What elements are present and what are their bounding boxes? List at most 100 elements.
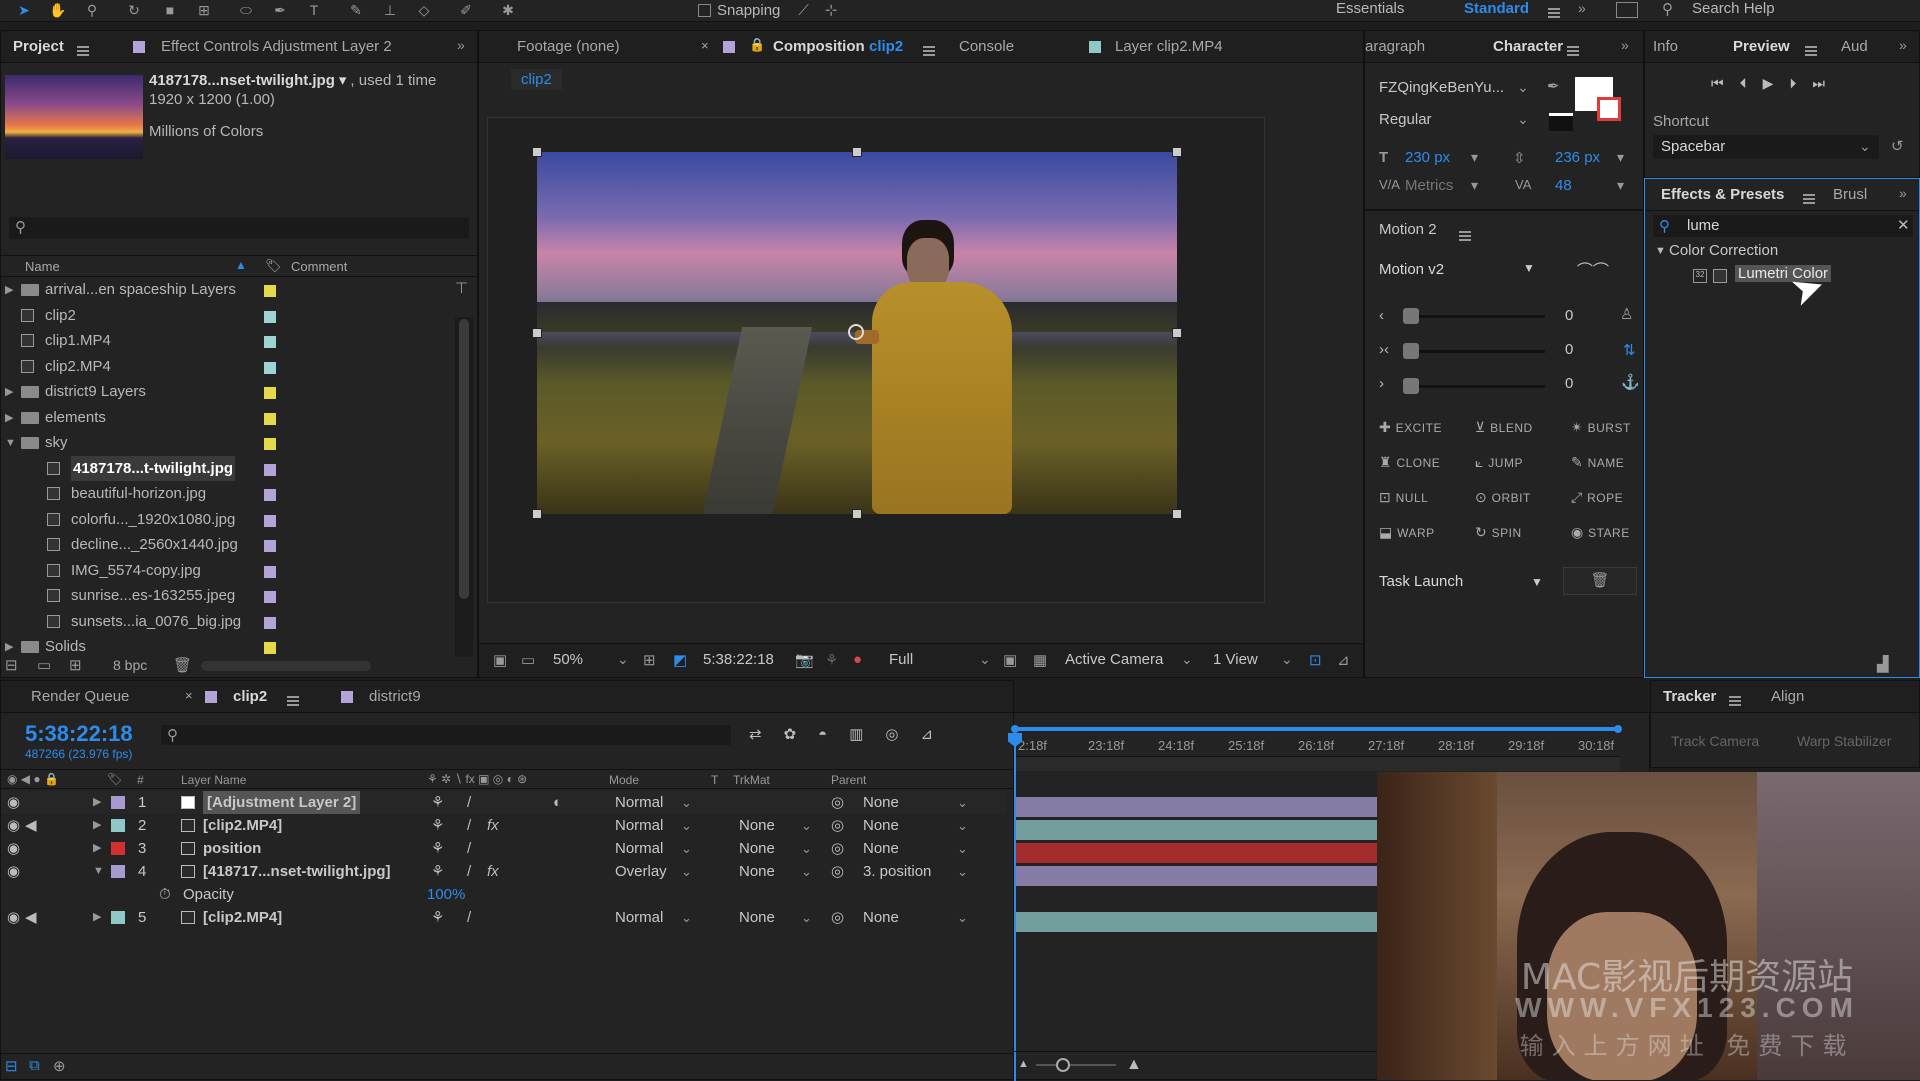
shy-switch-icon[interactable]: ⚘: [431, 814, 444, 837]
preview-menu-icon[interactable]: [1805, 46, 1817, 57]
motion-warp-button[interactable]: ⬓ WARP: [1379, 524, 1435, 541]
tab-effects-presets[interactable]: Effects & Presets: [1661, 179, 1784, 211]
handle-mr[interactable]: [1172, 328, 1182, 338]
selection-tool-icon[interactable]: ➤: [14, 1, 34, 19]
time-ruler[interactable]: 2:18f 23:18f 24:18f 25:18f 26:18f 27:18f 28:18…: [1014, 735, 1620, 757]
interpret-footage-icon[interactable]: ⊟: [5, 656, 18, 674]
mode-dropdown-icon[interactable]: ⌄: [681, 814, 692, 837]
project-item[interactable]: clip1.MP4: [1, 328, 461, 353]
parent-dropdown-icon[interactable]: ⌄: [957, 791, 968, 814]
pickwhip-icon[interactable]: ◎: [831, 860, 844, 883]
project-item[interactable]: clip2.MP4: [1, 354, 461, 379]
twirl-icon[interactable]: ▼: [5, 431, 16, 456]
layer-row[interactable]: ◉ ▶ 3 position ⚘ / Normal ⌄ None ⌄ ◎ None ⌄: [1, 837, 1006, 860]
layer-label-swatch[interactable]: [111, 842, 125, 855]
twirl-icon[interactable]: ▶: [5, 380, 13, 405]
mode-dropdown-icon[interactable]: ⌄: [681, 837, 692, 860]
toggle-pixel-aspect-icon[interactable]: ⊡: [1309, 651, 1322, 669]
work-area-start-handle[interactable]: [1011, 725, 1019, 733]
project-item[interactable]: ▶ elements: [1, 405, 461, 430]
layer-label-swatch[interactable]: [111, 865, 125, 878]
snapping-checkbox[interactable]: [698, 3, 711, 17]
bpc-label[interactable]: 8 bpc: [113, 657, 147, 673]
quality-switch-icon[interactable]: /: [467, 860, 471, 883]
camera-tool-icon[interactable]: ■: [160, 1, 180, 19]
reset-shortcut-icon[interactable]: ↺: [1891, 137, 1904, 155]
mask-visibility-icon[interactable]: ◩: [673, 651, 687, 669]
pin-icon[interactable]: ♙: [1620, 305, 1633, 323]
motion-graph-icon[interactable]: ⌒⌒: [1577, 257, 1609, 281]
comp-breadcrumb[interactable]: clip2: [511, 69, 562, 90]
layer-row[interactable]: ◉ ◀ ▶ 5 [clip2.MP4] ⚘ / Normal ⌄ None ⌄ ◎ None ⌄: [1, 906, 1006, 929]
comp-menu-icon[interactable]: [923, 46, 935, 57]
eyedropper-icon[interactable]: ✒: [1547, 77, 1560, 95]
new-bin-icon[interactable]: ▟: [1877, 655, 1889, 673]
task-launch-select[interactable]: Task Launch: [1379, 573, 1463, 590]
ease-in-value[interactable]: 0: [1565, 307, 1573, 324]
workspace-menu-icon[interactable]: [1548, 8, 1560, 19]
camera-select[interactable]: Active Camera: [1065, 651, 1163, 668]
project-scrollbar-thumb[interactable]: [459, 319, 469, 599]
tab-align[interactable]: Align: [1771, 681, 1804, 713]
views-dropdown-icon[interactable]: ⌄: [1281, 651, 1293, 668]
comp-mini-flowchart-icon[interactable]: ⇄: [749, 725, 762, 743]
mode-select[interactable]: Normal: [615, 814, 663, 837]
font-family-dropdown-icon[interactable]: ⌄: [1517, 79, 1529, 96]
visibility-eye-icon[interactable]: ◉: [7, 837, 20, 860]
layer-twirl-icon[interactable]: ▶: [93, 791, 101, 814]
grid-icon[interactable]: ⊞: [643, 651, 656, 669]
layer-name[interactable]: [Adjustment Layer 2]: [203, 791, 361, 814]
handle-tr[interactable]: [1172, 147, 1182, 157]
ease-both-value[interactable]: 0: [1565, 341, 1573, 358]
trkmat-dropdown-icon[interactable]: ⌄: [801, 906, 812, 929]
parent-dropdown-icon[interactable]: ⌄: [957, 860, 968, 883]
lock-icon[interactable]: 🔒: [749, 37, 765, 53]
project-overflow-icon[interactable]: »: [457, 37, 465, 53]
resolution-select[interactable]: Full: [889, 651, 913, 668]
tab-render-queue[interactable]: Render Queue: [31, 681, 129, 713]
motion-orbit-button[interactable]: ⊙ ORBIT: [1475, 489, 1531, 506]
trkmat-dropdown-icon[interactable]: ⌄: [801, 837, 812, 860]
mode-select[interactable]: Normal: [615, 906, 663, 929]
ease-both-thumb[interactable]: [1403, 343, 1419, 359]
timeline-timecode[interactable]: 5:38:22:18: [25, 721, 133, 747]
label-swatch[interactable]: [264, 336, 276, 348]
transparency-grid-icon[interactable]: ▦: [1033, 651, 1047, 669]
label-column-icon[interactable]: 🏷: [265, 258, 282, 274]
tab-composition-name[interactable]: clip2: [869, 31, 903, 63]
playhead[interactable]: [1014, 743, 1016, 1081]
opacity-value[interactable]: 100%: [427, 883, 465, 906]
tracking-dropdown-icon[interactable]: ▾: [1617, 177, 1624, 194]
viewer-timecode[interactable]: 5:38:22:18: [703, 651, 774, 668]
tab-info[interactable]: Info: [1653, 31, 1678, 63]
zoom-in-icon[interactable]: ▲: [1126, 1056, 1142, 1074]
handle-ml[interactable]: [532, 328, 542, 338]
zoom-out-icon[interactable]: ▲: [1018, 1058, 1029, 1070]
tab-district9[interactable]: district9: [369, 681, 421, 713]
parent-dropdown-icon[interactable]: ⌄: [957, 814, 968, 837]
tab-layer[interactable]: Layer clip2.MP4: [1115, 31, 1223, 63]
project-item[interactable]: IMG_5574-copy.jpg: [1, 558, 461, 583]
label-swatch[interactable]: [264, 285, 276, 297]
brush-tool-icon[interactable]: ✎: [346, 1, 366, 19]
track-camera-button[interactable]: Track Camera: [1671, 733, 1759, 749]
handle-br[interactable]: [1172, 509, 1182, 519]
mode-dropdown-icon[interactable]: ⌄: [681, 791, 692, 814]
parent-select[interactable]: None: [863, 906, 899, 929]
stopwatch-icon[interactable]: ⏱: [159, 883, 171, 906]
layer-row[interactable]: ◉ ◀ ▶ 2 [clip2.MP4] ⚘ / fx Normal ⌄ None ⌄ ◎ None ⌄: [1, 814, 1006, 837]
tracker-menu-icon[interactable]: [1729, 696, 1741, 707]
puppet-tool-icon[interactable]: ✱: [498, 1, 518, 19]
motion-clone-button[interactable]: ♜ CLONE: [1379, 454, 1440, 471]
project-item[interactable]: clip2: [1, 303, 461, 328]
layer-twirl-icon[interactable]: ▶: [93, 814, 101, 837]
project-item[interactable]: sunrise...es-163255.jpeg: [1, 583, 461, 608]
project-menu-icon[interactable]: [77, 46, 89, 57]
layer-twirl-icon[interactable]: ▶: [93, 906, 101, 929]
layer-label-swatch[interactable]: [111, 819, 125, 832]
frame-blending-icon[interactable]: ▥: [849, 725, 863, 743]
ease-in-thumb[interactable]: [1403, 308, 1419, 324]
shy-switch-icon[interactable]: ⚘: [431, 906, 444, 929]
footage-name-dropdown-icon[interactable]: ▾: [339, 71, 347, 89]
sync-icon[interactable]: ⇅: [1623, 341, 1636, 359]
